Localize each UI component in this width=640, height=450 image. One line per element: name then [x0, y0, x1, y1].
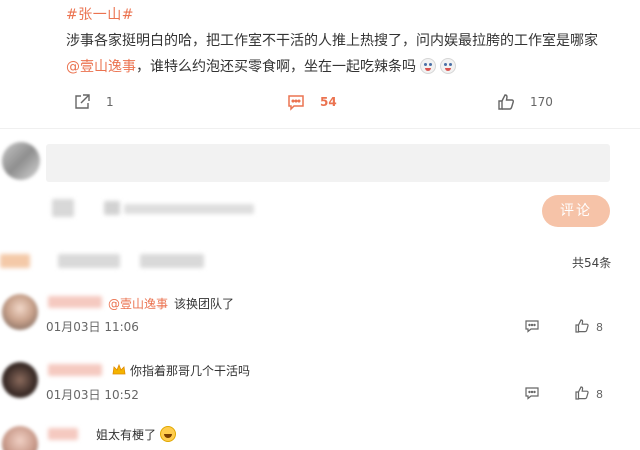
- sort-tab-other[interactable]: [140, 254, 204, 268]
- commenter-name[interactable]: [48, 296, 102, 308]
- sort-tab-hot[interactable]: [0, 254, 30, 268]
- post-hashtag[interactable]: #张一山#: [66, 4, 134, 24]
- emoji-icon: [440, 58, 456, 74]
- post-text-line1: 涉事各家挺明白的哈，把工作室不干活的人推上热搜了，问内娱最拉胯的工作室是哪家: [66, 33, 598, 49]
- commenter-name[interactable]: [48, 364, 102, 376]
- comment-time: 01月03日 10:52: [46, 388, 139, 402]
- submit-comment-button[interactable]: 评论: [542, 195, 610, 227]
- avatar[interactable]: [2, 294, 38, 330]
- avatar[interactable]: [2, 426, 38, 450]
- thumbs-up-icon: [498, 94, 514, 110]
- commenter-name[interactable]: [48, 428, 78, 440]
- comment-count: 54: [320, 95, 337, 109]
- reply-icon[interactable]: [524, 318, 540, 334]
- current-user-avatar: [2, 142, 40, 180]
- repost-option[interactable]: [124, 204, 254, 214]
- like-button[interactable]: 170: [496, 92, 553, 112]
- share-icon: [75, 94, 90, 109]
- thumbs-up-icon[interactable]: [574, 385, 590, 401]
- post-text-line2: ，谁特么约泡还买零食啊，坐在一起吃辣条吗: [136, 59, 416, 75]
- post-mention[interactable]: @壹山逸事: [66, 59, 136, 75]
- laugh-emoji-icon: [160, 426, 177, 442]
- comment-button[interactable]: 54: [286, 92, 337, 112]
- comment-text: 你指着那哥几个干活吗: [112, 362, 250, 379]
- comment-text: 姐太有梗了: [96, 426, 177, 443]
- avatar[interactable]: [2, 362, 38, 398]
- emoji-picker-icon[interactable]: [52, 199, 74, 217]
- total-comments: 共54条: [572, 256, 612, 270]
- share-button[interactable]: 1: [72, 92, 114, 112]
- comment-input[interactable]: [46, 144, 610, 182]
- like-count: 170: [530, 95, 553, 109]
- comment-icon: [288, 95, 304, 111]
- emoji-icon: [420, 58, 436, 74]
- comment-text: @壹山逸事 该换团队了: [108, 297, 235, 311]
- comment-like-count: 8: [596, 388, 603, 401]
- sort-tab-time[interactable]: [58, 254, 120, 268]
- comment-time: 01月03日 11:06: [46, 320, 139, 334]
- post-text: 涉事各家挺明白的哈，把工作室不干活的人推上热搜了，问内娱最拉胯的工作室是哪家 @…: [66, 28, 626, 80]
- crown-icon: [112, 363, 126, 375]
- thumbs-up-icon[interactable]: [574, 318, 590, 334]
- share-count: 1: [106, 95, 114, 109]
- comment-mention[interactable]: @壹山逸事: [108, 297, 168, 311]
- reply-icon[interactable]: [524, 385, 540, 401]
- divider: [0, 128, 640, 129]
- image-picker-icon[interactable]: [104, 201, 120, 215]
- comment-like-count: 8: [596, 321, 603, 334]
